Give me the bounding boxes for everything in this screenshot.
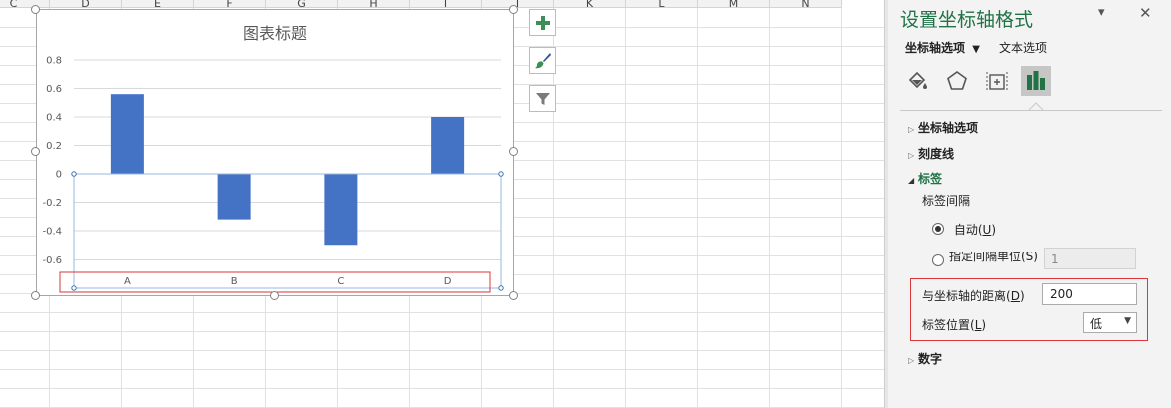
pane-close-button[interactable]: ✕: [1139, 4, 1152, 22]
paint-bucket-icon: [908, 71, 927, 89]
chart-filters-button[interactable]: [529, 85, 556, 112]
grid-line: [625, 8, 626, 408]
grid-line: [0, 350, 884, 351]
format-axis-pane: 设置坐标轴格式 ▾ ✕ 坐标轴选项 ▼ 文本选项 ▷ 坐标轴选项 ▷ 刻度线 ◢…: [888, 0, 1171, 408]
y-tick-label: 0.4: [46, 113, 62, 124]
resize-handle-bottom[interactable]: [270, 291, 279, 300]
y-tick-label: -0.4: [42, 227, 62, 238]
axis-selection-handle[interactable]: [498, 171, 504, 177]
radio-checked-icon: [932, 223, 944, 235]
tab-text-options[interactable]: 文本选项: [999, 39, 1047, 56]
worksheet[interactable]: CDEFGHIJKLMN 图表标题 0.8 0.6 0.4 0.2 0 -0.2 -0.4-…: [0, 0, 884, 408]
y-tick-label: 0.2: [46, 141, 62, 152]
axis-selection-handle[interactable]: [71, 171, 77, 177]
axis-selection-handle[interactable]: [71, 285, 77, 291]
chevron-right-icon: ▷: [908, 151, 915, 160]
bar-c[interactable]: [324, 174, 358, 246]
category-label: A: [124, 276, 131, 287]
chevron-down-icon: ▼: [972, 44, 980, 55]
bar-chart-icon: [1027, 71, 1045, 90]
column-header-j[interactable]: J: [482, 0, 554, 8]
column-header-n[interactable]: N: [770, 0, 842, 8]
column-header-c[interactable]: C: [0, 0, 50, 8]
specify-interval-label: 指定间隔单位(S): [949, 252, 1038, 263]
column-header-m[interactable]: M: [698, 0, 770, 8]
column-header-k[interactable]: K: [554, 0, 626, 8]
category-label: D: [444, 276, 452, 287]
axis-selection-handle[interactable]: [498, 285, 504, 291]
chevron-right-icon: ▷: [908, 125, 915, 134]
section-tick-marks[interactable]: ▷ 刻度线: [908, 145, 954, 162]
column-header-l[interactable]: L: [626, 0, 698, 8]
column-header-e[interactable]: E: [122, 0, 194, 8]
tab-axis-options[interactable]: 坐标轴选项 ▼: [905, 39, 980, 56]
tab-fill-line[interactable]: [904, 68, 930, 94]
column-header-i[interactable]: I: [410, 0, 482, 8]
chart-area[interactable]: 图表标题 0.8 0.6 0.4 0.2 0 -0.2 -0.4 -0.6 A B C D: [36, 9, 514, 296]
close-icon: ✕: [1139, 4, 1152, 22]
y-tick-label: 0: [56, 170, 62, 181]
y-tick-label: -0.6: [42, 255, 62, 266]
tab-size-properties[interactable]: [984, 68, 1010, 94]
pane-options-dropdown[interactable]: ▾: [1098, 5, 1105, 20]
tab-axis-options-selected[interactable]: [1021, 66, 1051, 96]
grid-line: [0, 369, 884, 370]
resize-handle-right[interactable]: [509, 147, 518, 156]
column-header-f[interactable]: F: [194, 0, 266, 8]
plus-icon: [535, 15, 550, 30]
label-position-dropdown[interactable]: 低 ▼: [1083, 312, 1137, 333]
grid-line: [841, 8, 842, 408]
pane-divider: [900, 110, 1162, 111]
column-header-h[interactable]: H: [338, 0, 410, 8]
section-axis-options[interactable]: ▷ 坐标轴选项: [908, 119, 978, 136]
grid-line: [769, 8, 770, 408]
interval-unit-input[interactable]: 1: [1044, 248, 1136, 269]
axis-distance-input[interactable]: 200: [1042, 283, 1137, 305]
resize-handle-bottom-left[interactable]: [31, 291, 40, 300]
radio-auto[interactable]: 自动(U): [932, 221, 996, 238]
label-position-label: 标签位置(L): [922, 318, 987, 332]
axis-distance-label: 与坐标轴的距离(D): [922, 289, 1025, 303]
radio-unchecked-icon: [932, 254, 944, 266]
resize-handle-bottom-right[interactable]: [509, 291, 518, 300]
resize-handle-top-left[interactable]: [31, 5, 40, 14]
funnel-icon: [535, 92, 550, 105]
y-tick-label: 0.6: [46, 84, 62, 95]
resize-handle-left[interactable]: [31, 147, 40, 156]
chart-styles-button[interactable]: [529, 47, 556, 74]
category-label: B: [231, 276, 238, 287]
resize-handle-top-right[interactable]: [509, 5, 518, 14]
size-properties-icon: [986, 72, 1008, 91]
column-header-d[interactable]: D: [50, 0, 122, 8]
grid-line: [0, 312, 884, 313]
chart-elements-button[interactable]: [529, 9, 556, 36]
plot-area[interactable]: 0.8 0.6 0.4 0.2 0 -0.2 -0.4 -0.6 A B C D: [37, 10, 513, 295]
radio-specify-interval[interactable]: 指定间隔单位(S): [932, 252, 1040, 267]
bar-d[interactable]: [431, 117, 465, 174]
y-tick-label: -0.2: [42, 198, 62, 209]
tab-effects[interactable]: [944, 68, 970, 94]
chevron-down-icon: ▾: [1098, 5, 1105, 20]
bar-a[interactable]: [110, 94, 144, 174]
section-number[interactable]: ▷ 数字: [908, 350, 942, 367]
pane-title: 设置坐标轴格式: [900, 9, 1034, 31]
chevron-down-icon: ◢: [908, 176, 915, 185]
brush-icon: [534, 52, 551, 68]
grid-line: [0, 388, 884, 389]
section-labels[interactable]: ◢ 标签: [908, 170, 942, 187]
bar-b[interactable]: [217, 174, 251, 220]
y-tick-label: 0.8: [46, 56, 62, 67]
label-interval-heading: 标签间隔: [922, 194, 971, 208]
grid-line: [0, 331, 884, 332]
category-label: C: [337, 276, 344, 287]
chevron-right-icon: ▷: [908, 356, 915, 365]
pentagon-icon: [947, 71, 967, 90]
grid-line: [697, 8, 698, 408]
column-header-g[interactable]: G: [266, 0, 338, 8]
chevron-down-icon: ▼: [1124, 316, 1131, 326]
